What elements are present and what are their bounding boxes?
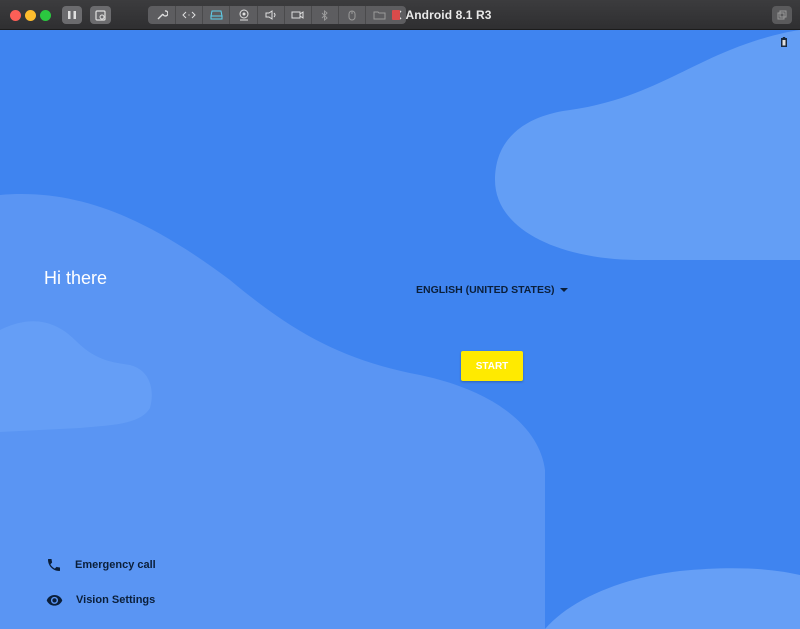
emergency-call-label: Emergency call [75,559,156,571]
dropdown-arrow-icon [560,288,569,292]
window-title: Android 8.1 R3 [0,8,800,22]
start-button[interactable]: START [461,351,523,381]
window-icon [777,10,787,20]
vision-settings-label: Vision Settings [76,594,156,606]
vision-settings-button[interactable]: Vision Settings [46,594,155,606]
window-mode-button[interactable] [772,6,792,24]
eye-icon [46,595,63,606]
wave-background [0,30,800,629]
battery-icon [781,34,787,52]
window-titlebar: Android 8.1 R3 [0,0,800,30]
phone-icon [48,559,60,571]
emergency-call-button[interactable]: Emergency call [46,557,156,573]
language-selector[interactable]: ENGLISH (UNITED STATES) [416,284,569,296]
greeting-heading: Hi there [44,268,108,288]
android-screen: Hi there ENGLISH (UNITED STATES) START E… [0,30,800,629]
language-label: ENGLISH (UNITED STATES) [416,284,555,296]
window-title-text: Android 8.1 R3 [405,8,492,22]
android-file-icon [392,10,401,20]
